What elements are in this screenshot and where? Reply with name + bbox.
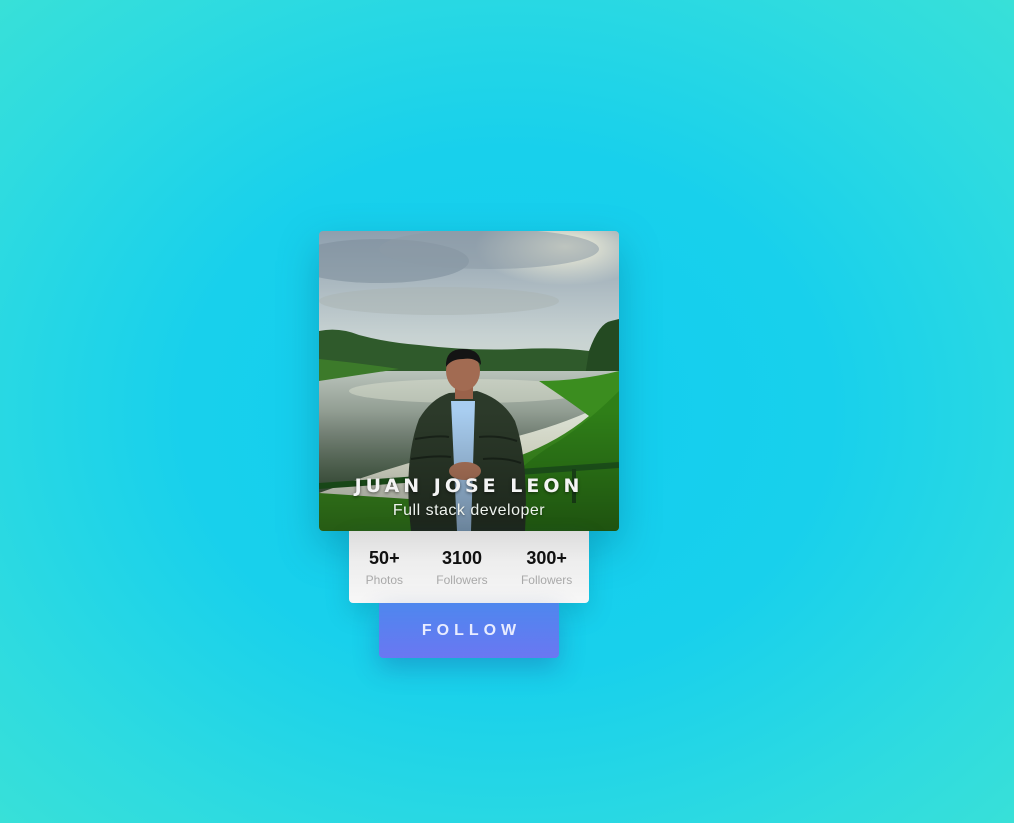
profile-card: JUAN JOSE LEON Full stack developer <box>319 231 619 531</box>
stat-followers-secondary: 300+ Followers <box>521 547 572 587</box>
follow-button[interactable]: FOLLOW <box>379 603 559 658</box>
stat-label: Photos <box>365 573 403 587</box>
stat-value: 3100 <box>441 548 482 568</box>
stat-value: 300+ <box>526 548 567 568</box>
stat-value: 50+ <box>369 548 400 568</box>
stat-label: Followers <box>436 573 488 587</box>
stat-followers: 3100 Followers <box>436 547 487 587</box>
profile-role: Full stack developer <box>392 502 546 519</box>
stat-photos: 50+ Photos <box>366 547 403 587</box>
stat-label: Followers <box>520 573 573 587</box>
stats-panel: 50+ Photos 3100 Followers 300+ Followers <box>349 531 589 603</box>
profile-name: JUAN JOSE LEON <box>354 475 584 497</box>
